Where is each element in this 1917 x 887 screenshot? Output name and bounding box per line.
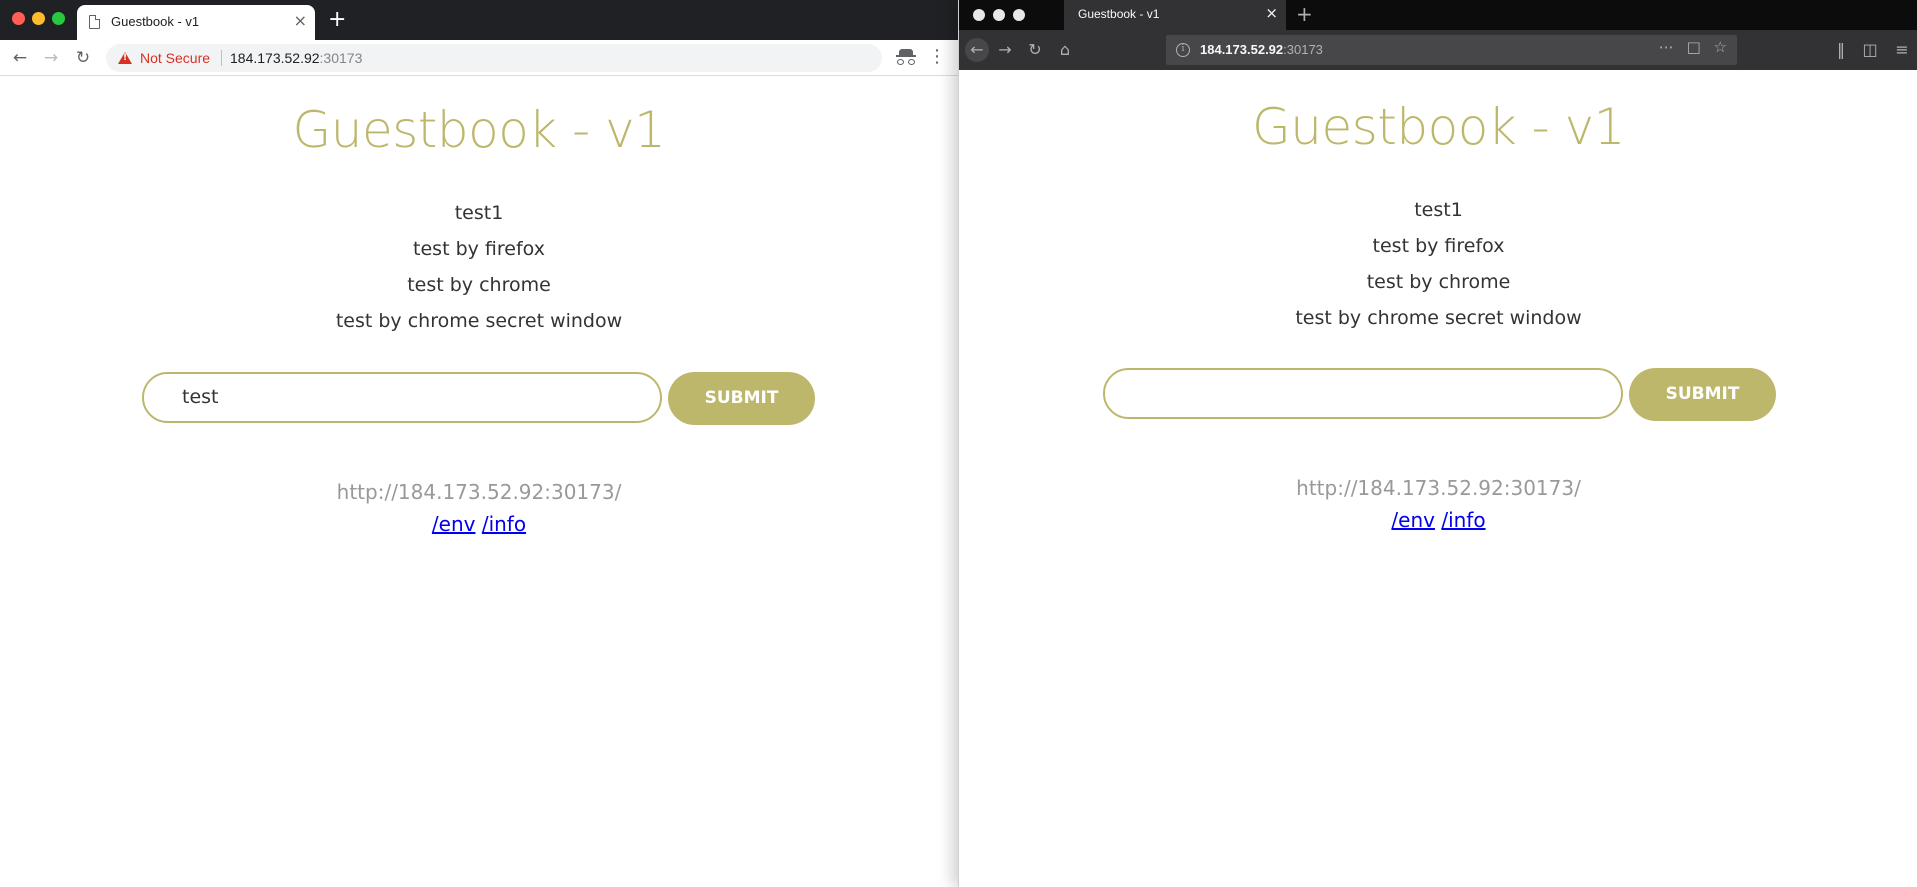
warning-icon	[118, 52, 132, 64]
env-link[interactable]: /env	[1391, 508, 1435, 532]
entry-input[interactable]: test	[142, 372, 662, 423]
forward-icon[interactable]: →	[39, 46, 63, 70]
link-row: /env /info	[959, 508, 1917, 532]
address-bar[interactable]: i 184.173.52.92:30173 ⋯ □ ☆	[1166, 35, 1737, 65]
info-link[interactable]: /info	[1441, 508, 1485, 532]
minimize-window-button[interactable]	[32, 12, 45, 25]
list-item: test by chrome secret window	[335, 310, 623, 332]
zoom-window-button[interactable]	[52, 12, 65, 25]
page-icon	[89, 15, 100, 29]
minimize-window-button[interactable]	[993, 9, 1005, 21]
not-secure-label[interactable]: Not Secure	[140, 50, 210, 66]
page-title: Guestbook - v1	[292, 101, 666, 159]
url-port: :30173	[1283, 42, 1323, 57]
forward-icon[interactable]: →	[993, 38, 1017, 62]
entry-input[interactable]	[1103, 368, 1623, 419]
bookmark-star-icon[interactable]: ☆	[1714, 38, 1727, 56]
home-icon[interactable]: ⌂	[1053, 38, 1077, 62]
entry-form: test SUBMIT	[142, 372, 815, 425]
list-item: test by chrome secret window	[1295, 307, 1582, 329]
chrome-page-content: Guestbook - v1 test1 test by firefox tes…	[0, 77, 958, 887]
submit-button[interactable]: SUBMIT	[1629, 368, 1776, 421]
tab-title: Guestbook - v1	[111, 14, 200, 29]
chrome-tab-strip: Guestbook - v1 × +	[0, 0, 958, 40]
new-tab-button[interactable]: +	[1296, 2, 1313, 26]
link-row: /env /info	[0, 512, 958, 536]
list-item: test by firefox	[1372, 235, 1505, 257]
list-item: test by chrome	[1366, 271, 1511, 293]
url-host: 184.173.52.92	[230, 50, 320, 66]
reload-icon[interactable]: ↻	[71, 46, 95, 70]
chrome-toolbar: ← → ↻ Not Secure 184.173.52.92:30173 ☆ ⋮	[0, 40, 973, 76]
firefox-page-content: Guestbook - v1 test1 test by firefox tes…	[959, 70, 1917, 887]
library-icon[interactable]: ‖	[1829, 38, 1853, 62]
tab-close-icon[interactable]: ×	[1265, 4, 1278, 22]
env-link[interactable]: /env	[432, 512, 476, 536]
entry-form: SUBMIT	[1103, 368, 1776, 421]
sidebar-icon[interactable]: ◫	[1858, 38, 1882, 62]
list-item: test1	[1414, 199, 1463, 221]
url-port: :30173	[319, 50, 363, 66]
back-icon[interactable]: ←	[8, 46, 32, 70]
firefox-window: Guestbook - v1 × + ← → ↻ ⌂ i 184.173.52.…	[958, 0, 1917, 887]
url-text[interactable]: 184.173.52.92:30173	[1200, 42, 1323, 57]
list-item: test by chrome	[407, 274, 551, 296]
list-item: test by firefox	[413, 238, 545, 260]
page-actions-icon[interactable]: ⋯	[1659, 38, 1674, 56]
incognito-icon[interactable]	[896, 48, 916, 66]
host-address: http://184.173.52.92:30173/	[1296, 476, 1581, 500]
back-icon[interactable]: ←	[965, 38, 989, 62]
info-link[interactable]: /info	[482, 512, 526, 536]
firefox-toolbar: ← → ↻ ⌂ i 184.173.52.92:30173 ⋯ □ ☆ ‖ ◫ …	[959, 30, 1917, 70]
close-window-button[interactable]	[12, 12, 25, 25]
chrome-tab-guestbook[interactable]: Guestbook - v1 ×	[77, 5, 315, 40]
firefox-tab-guestbook[interactable]: Guestbook - v1 ×	[1064, 0, 1286, 30]
submit-button[interactable]: SUBMIT	[668, 372, 815, 425]
reload-icon[interactable]: ↻	[1023, 38, 1047, 62]
pocket-icon[interactable]: □	[1687, 38, 1701, 56]
entry-list: test1 test by firefox test by chrome tes…	[0, 195, 958, 339]
firefox-tab-strip: Guestbook - v1 × +	[959, 0, 1917, 30]
page-title: Guestbook - v1	[1252, 98, 1625, 156]
tab-close-icon[interactable]: ×	[294, 11, 307, 31]
omnibox-divider	[221, 50, 222, 66]
menu-icon[interactable]: ⋮	[928, 46, 946, 67]
tab-title: Guestbook - v1	[1078, 7, 1160, 21]
zoom-window-button[interactable]	[1013, 9, 1025, 21]
url-actions: ⋯ □ ☆	[1651, 38, 1727, 56]
new-tab-button[interactable]: +	[328, 8, 346, 32]
url-text[interactable]: 184.173.52.92:30173	[230, 50, 362, 66]
host-address: http://184.173.52.92:30173/	[336, 480, 622, 504]
chrome-window: Guestbook - v1 × + ← → ↻ Not Secure 184.…	[0, 0, 973, 887]
url-host: 184.173.52.92	[1200, 42, 1284, 57]
entry-list: test1 test by firefox test by chrome tes…	[959, 192, 1917, 336]
address-bar[interactable]: Not Secure 184.173.52.92:30173 ☆	[106, 44, 973, 72]
hamburger-menu-icon[interactable]: ≡	[1890, 38, 1914, 62]
list-item: test1	[454, 202, 504, 224]
info-icon[interactable]: i	[1176, 43, 1190, 57]
close-window-button[interactable]	[973, 9, 985, 21]
